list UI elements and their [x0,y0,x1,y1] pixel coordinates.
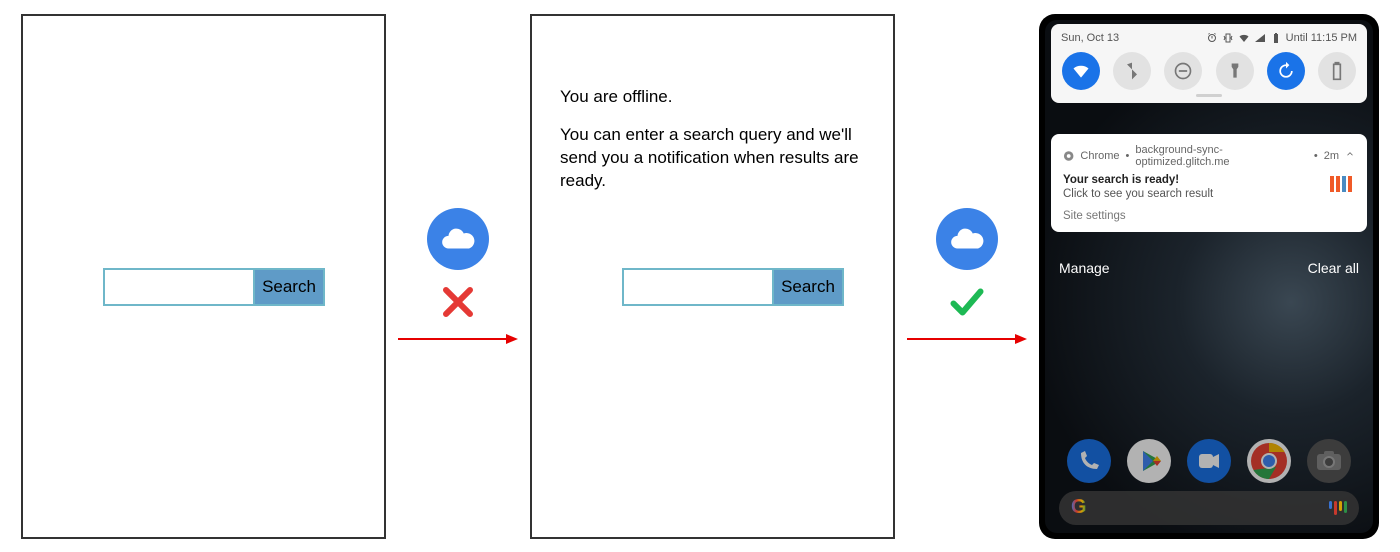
check-icon [949,284,985,320]
clear-all-button[interactable]: Clear all [1308,260,1359,276]
app-duo-icon[interactable] [1187,439,1231,483]
search-input[interactable] [105,270,253,304]
cross-icon [440,284,476,320]
assistant-icon[interactable] [1329,501,1347,515]
wifi-icon [1238,32,1250,44]
toggle-dnd[interactable] [1164,52,1202,90]
drag-handle-icon[interactable] [1196,94,1222,97]
panel-initial: Search [21,14,386,539]
battery-icon [1270,32,1282,44]
chrome-small-icon [1063,150,1074,162]
search-group: Search [622,268,844,306]
toggle-bluetooth[interactable] [1113,52,1151,90]
notif-footer-row: Manage Clear all [1059,260,1359,276]
offline-title: You are offline. [560,86,880,109]
connector-offline-fail [396,14,520,539]
google-search-pill[interactable]: G [1059,491,1359,525]
app-chrome-icon[interactable] [1247,439,1291,483]
search-group: Search [103,268,325,306]
panel-offline: You are offline. You can enter a search … [530,14,895,539]
quick-settings-panel: Sun, Oct 13 Until 11:15 PM [1051,24,1367,103]
phone-frame: Sun, Oct 13 Until 11:15 PM [1039,14,1379,539]
app-phone-icon[interactable] [1067,439,1111,483]
alarm-icon [1206,32,1218,44]
cloud-icon [936,208,998,270]
notification-card[interactable]: Chrome • background-sync-optimized.glitc… [1051,134,1367,232]
app-camera-icon[interactable] [1307,439,1351,483]
notification-action[interactable]: Site settings [1063,210,1321,222]
toggle-rotate[interactable] [1267,52,1305,90]
diagram-row: Search You are offline. You can enter a … [21,14,1379,539]
app-dock [1045,439,1373,483]
arrow-icon [907,334,1027,344]
notification-source: background-sync-optimized.glitch.me [1135,144,1307,168]
status-date: Sun, Oct 13 [1061,32,1119,44]
toggle-flashlight[interactable] [1216,52,1254,90]
toggle-wifi[interactable] [1062,52,1100,90]
search-button[interactable]: Search [772,270,842,304]
notification-app: Chrome [1080,150,1119,162]
offline-message-block: You are offline. You can enter a search … [560,86,880,210]
status-bar: Sun, Oct 13 Until 11:15 PM [1061,32,1357,44]
phone-screen: Sun, Oct 13 Until 11:15 PM [1045,20,1373,533]
app-play-icon[interactable] [1127,439,1171,483]
signal-icon [1254,32,1266,44]
cloud-icon [427,208,489,270]
status-until: Until 11:15 PM [1286,32,1357,44]
connector-sync-success [905,14,1029,539]
search-input[interactable] [624,270,772,304]
quick-toggle-row [1061,52,1357,90]
chevron-up-icon[interactable] [1345,149,1355,162]
search-button[interactable]: Search [253,270,323,304]
notification-header: Chrome • background-sync-optimized.glitc… [1063,144,1355,168]
notification-title: Your search is ready! [1063,174,1321,186]
toggle-battery-saver[interactable] [1318,52,1356,90]
notification-time: 2m [1324,150,1339,162]
notification-body: Your search is ready! Click to see you s… [1063,174,1355,222]
vibrate-icon [1222,32,1234,44]
status-icons: Until 11:15 PM [1206,32,1357,44]
google-logo-icon: G [1071,496,1087,519]
arrow-icon [398,334,518,344]
offline-message: You can enter a search query and we'll s… [560,124,880,193]
site-emblem-icon [1329,174,1355,194]
manage-button[interactable]: Manage [1059,260,1110,276]
notification-text: Click to see you search result [1063,188,1321,200]
